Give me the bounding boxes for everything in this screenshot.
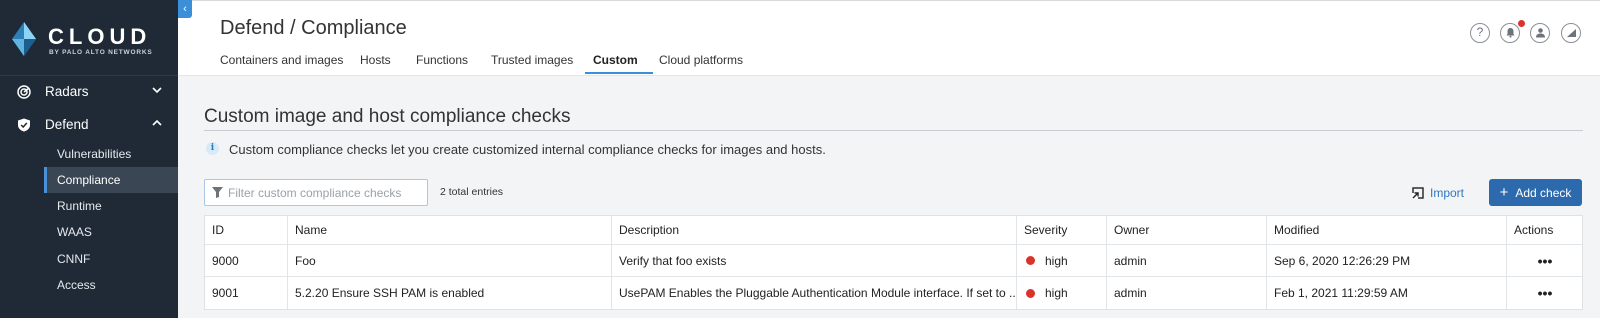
cell-name: 5.2.20 Ensure SSH PAM is enabled	[287, 277, 611, 309]
column-header-actions: Actions	[1506, 216, 1583, 244]
radar-icon	[17, 85, 31, 99]
sidebar-item-label: WAAS	[57, 225, 92, 239]
info-text: Custom compliance checks let you create …	[229, 142, 826, 157]
cell-id: 9001	[212, 286, 239, 300]
sidebar-item-label: Runtime	[57, 199, 102, 213]
column-header-modified[interactable]: Modified	[1266, 216, 1506, 244]
sidebar-item-label: CNNF	[57, 252, 91, 266]
column-header-name[interactable]: Name	[287, 216, 611, 244]
sidebar-item-label: Defend	[45, 117, 89, 132]
chevron-up-icon	[152, 119, 162, 126]
severity-dot-icon	[1026, 256, 1035, 265]
cell-severity: high	[1016, 277, 1106, 309]
sidebar-item-label: Access	[57, 278, 96, 292]
tab-hosts[interactable]: Hosts	[360, 53, 391, 76]
column-header-description[interactable]: Description	[611, 216, 1016, 244]
table-header-row: ID Name Description Severity Owner Modif…	[205, 216, 1582, 245]
bars-icon	[1566, 29, 1576, 37]
checks-table: ID Name Description Severity Owner Modif…	[204, 215, 1583, 310]
section-title: Custom image and host compliance checks	[204, 106, 571, 127]
import-button[interactable]: Import	[1412, 185, 1464, 201]
sidebar-item-radars[interactable]: Radars	[0, 77, 178, 107]
help-icon[interactable]: ?	[1470, 23, 1490, 43]
sidebar-item-label: Radars	[45, 84, 89, 99]
entries-count: 2 total entries	[440, 186, 504, 198]
cell-id: 9000	[212, 253, 239, 268]
tab-trusted-images[interactable]: Trusted images	[491, 53, 573, 76]
severity-label: high	[1045, 286, 1068, 300]
plus-icon: +	[1499, 184, 1509, 201]
sidebar-item-defend[interactable]: Defend	[0, 110, 178, 140]
brand-name: CLOUD	[48, 24, 152, 49]
shield-icon	[18, 118, 30, 132]
user-icon[interactable]	[1530, 23, 1550, 43]
collapse-sidebar-button[interactable]: ‹	[178, 0, 192, 18]
sidebar-item-waas[interactable]: WAAS	[44, 219, 178, 245]
sidebar-item-access[interactable]: Access	[44, 272, 178, 298]
info-icon: i	[206, 142, 219, 155]
filter-box[interactable]	[204, 179, 428, 206]
prisma-logo-icon	[12, 22, 36, 56]
chevron-left-icon: ‹	[183, 3, 187, 15]
cell-severity: high	[1016, 245, 1106, 276]
import-label: Import	[1430, 186, 1465, 200]
row-actions-button[interactable]: •••	[1506, 277, 1583, 309]
brand: CLOUD BY PALO ALTO NETWORKS	[0, 0, 178, 76]
tab-containers-and-images[interactable]: Containers and images	[220, 53, 343, 76]
row-actions-button[interactable]: •••	[1506, 245, 1583, 276]
filter-icon	[212, 187, 223, 198]
brand-subtitle: BY PALO ALTO NETWORKS	[49, 49, 153, 56]
severity-dot-icon	[1026, 288, 1035, 298]
sidebar-item-vulnerabilities[interactable]: Vulnerabilities	[44, 141, 178, 167]
bell-icon	[1506, 28, 1514, 38]
cell-description: Verify that foo exists	[611, 245, 1016, 276]
signal-icon[interactable]	[1561, 23, 1581, 43]
cell-description: UsePAM Enables the Pluggable Authenticat…	[611, 277, 1016, 309]
page-header: Defend / Compliance Containers and image…	[178, 0, 1600, 76]
cell-name: Foo	[287, 245, 611, 276]
sidebar-item-label: Compliance	[57, 173, 121, 187]
add-check-label: Add check	[1515, 185, 1572, 200]
severity-label: high	[1045, 253, 1068, 268]
table-row[interactable]: 9000 Foo Verify that foo exists high adm…	[205, 245, 1582, 277]
cell-modified: Sep 6, 2020 12:26:29 PM	[1266, 245, 1506, 276]
notification-badge	[1518, 20, 1525, 27]
sidebar-item-label: Vulnerabilities	[57, 147, 132, 161]
sidebar: CLOUD BY PALO ALTO NETWORKS Radars Defen…	[0, 0, 178, 318]
table-row[interactable]: 9001 5.2.20 Ensure SSH PAM is enabled Us…	[205, 277, 1582, 309]
import-icon	[1412, 187, 1424, 199]
sidebar-item-compliance[interactable]: Compliance	[44, 167, 178, 193]
filter-input[interactable]	[228, 184, 423, 202]
add-check-button[interactable]: + Add check	[1489, 179, 1582, 206]
person-icon	[1535, 28, 1545, 38]
notifications-icon[interactable]	[1500, 23, 1520, 43]
sidebar-item-cnnf[interactable]: CNNF	[44, 246, 178, 272]
active-tab-indicator	[585, 72, 653, 74]
cell-modified: Feb 1, 2021 11:29:59 AM	[1266, 277, 1506, 309]
column-header-owner[interactable]: Owner	[1106, 216, 1266, 244]
column-header-id[interactable]: ID	[205, 216, 287, 244]
cell-owner: admin	[1106, 277, 1266, 309]
tab-functions[interactable]: Functions	[416, 53, 468, 76]
sidebar-item-runtime[interactable]: Runtime	[44, 193, 178, 219]
cell-owner: admin	[1106, 245, 1266, 276]
page-title: Defend / Compliance	[220, 17, 407, 39]
chevron-down-icon	[152, 87, 162, 94]
column-header-severity[interactable]: Severity	[1016, 216, 1106, 244]
tab-cloud-platforms[interactable]: Cloud platforms	[659, 53, 743, 76]
divider	[204, 130, 1583, 131]
